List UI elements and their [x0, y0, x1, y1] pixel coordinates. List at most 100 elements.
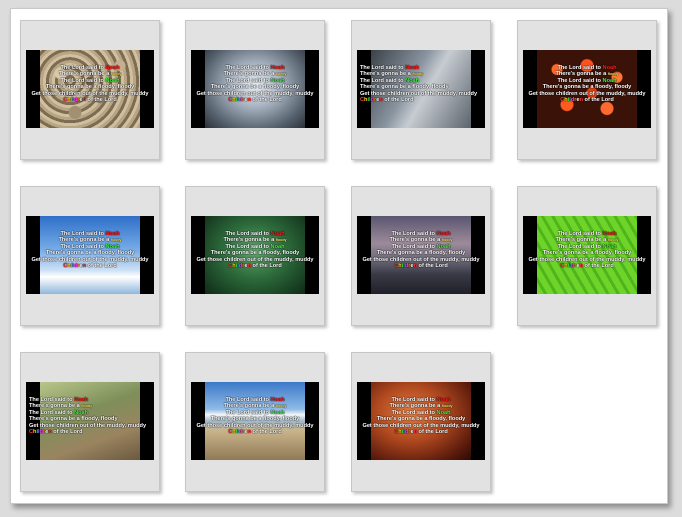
lyric-text: The Lord said to [225, 243, 271, 250]
lyric-children-colored: Children [560, 263, 583, 269]
lyric-text: The Lord said to [391, 243, 437, 250]
lyric-text: There's gonna be a [223, 403, 276, 410]
slide-preview: The Lord said to Noah There's gonna be a … [357, 382, 485, 460]
lyric-name-noah: Noah [105, 77, 120, 84]
lyric-name-noah: Noah [602, 77, 617, 84]
slide-thumbnail-card[interactable]: The Lord said to Noah There's gonna be a … [351, 20, 491, 160]
lyric-text: The Lord said to [360, 77, 406, 84]
lyric-line-6: Children of the Lord [191, 97, 319, 103]
lyric-text: of the Lord [582, 97, 614, 104]
slide-preview: The Lord said to Noah There's gonna be a … [26, 382, 154, 460]
slide-preview: The Lord said to Noah There's gonna be a … [357, 50, 485, 128]
lyric-line-6: Children of the Lord [191, 429, 319, 435]
lyric-name-noah: Noah [74, 409, 89, 416]
lyric-text: of the Lord [382, 97, 414, 104]
lyric-text: The Lord said to [557, 77, 603, 84]
slide-preview: The Lord said to Noah There's gonna be a … [26, 50, 154, 128]
lyric-small-text: floody [441, 238, 453, 243]
slide-thumbnail-card[interactable]: The Lord said to Noah There's gonna be a … [20, 20, 160, 160]
lyric-text: There's gonna be a [389, 403, 442, 410]
lyric-line-6: Children of the Lord [360, 97, 485, 103]
slide-thumbnail-card[interactable]: The Lord said to Noah There's gonna be a … [185, 186, 325, 326]
lyric-text: of the Lord [416, 429, 448, 436]
lyric-name-noah: Noah [270, 243, 285, 250]
lyric-text: The Lord said to [391, 409, 437, 416]
slide-thumbnail-card[interactable]: The Lord said to Noah There's gonna be a … [185, 20, 325, 160]
slide-lyrics: The Lord said to Noah There's gonna be a … [357, 231, 485, 269]
lyric-text: of the Lord [582, 263, 614, 270]
lyric-small-text: floody [412, 72, 424, 77]
lyric-text: There's gonna be a [555, 237, 608, 244]
slide-thumbnail-card[interactable]: The Lord said to Noah There's gonna be a … [185, 352, 325, 492]
slide-thumbnail-card[interactable]: The Lord said to Noah There's gonna be a … [517, 20, 657, 160]
lyric-small-text: floody [441, 404, 453, 409]
lyric-text: There's gonna be a [389, 237, 442, 244]
lyric-text: The Lord said to [225, 409, 271, 416]
lyric-text: of the Lord [250, 429, 282, 436]
lyric-small-text: floody [275, 404, 287, 409]
lyric-line-6: Children of the Lord [191, 263, 319, 269]
lyric-text: The Lord said to [60, 243, 106, 250]
slide-lyrics: The Lord said to Noah There's gonna be a … [191, 65, 319, 103]
slide-thumbnail-card[interactable]: The Lord said to Noah There's gonna be a … [517, 186, 657, 326]
lyric-small-text: floody [607, 238, 619, 243]
lyric-name-noah: Noah [602, 243, 617, 250]
lyric-text: of the Lord [85, 263, 117, 270]
lyric-text: of the Lord [51, 429, 83, 436]
lyric-text: There's gonna be a [58, 237, 111, 244]
lyric-text: There's gonna be a [58, 71, 111, 78]
slide-lyrics: The Lord said to Noah There's gonna be a … [357, 397, 485, 435]
lyric-children-colored: Children [63, 263, 86, 269]
lyric-small-text: floody [110, 238, 122, 243]
lyric-name-noah: Noah [405, 77, 420, 84]
slide-thumbnail-card[interactable]: The Lord said to Noah There's gonna be a … [351, 186, 491, 326]
lyric-text: of the Lord [250, 97, 282, 104]
lyric-line-6: Children of the Lord [26, 263, 154, 269]
lyric-text: of the Lord [85, 97, 117, 104]
lyric-children-colored: Children [394, 429, 417, 435]
lyric-text: There's gonna be a [360, 71, 413, 78]
lyric-text: There's gonna be a [223, 71, 276, 78]
lyric-line-6: Children of the Lord [26, 97, 154, 103]
lyric-name-noah: Noah [436, 243, 451, 250]
slide-thumbnail-card[interactable]: The Lord said to Noah There's gonna be a … [351, 352, 491, 492]
lyric-small-text: floody [275, 72, 287, 77]
slide-preview: The Lord said to Noah There's gonna be a … [191, 382, 319, 460]
lyric-small-text: floody [275, 238, 287, 243]
lyric-text: The Lord said to [60, 77, 106, 84]
lyric-text: The Lord said to [225, 77, 271, 84]
slide-lyrics: The Lord said to Noah There's gonna be a … [191, 231, 319, 269]
lyric-children-colored: Children [29, 429, 52, 435]
slide-preview: The Lord said to Noah There's gonna be a … [357, 216, 485, 294]
slide-preview: The Lord said to Noah There's gonna be a … [523, 216, 651, 294]
lyric-name-noah: Noah [270, 409, 285, 416]
lyric-line-6: Children of the Lord [29, 429, 154, 435]
lyric-children-colored: Children [228, 263, 251, 269]
slide-preview: The Lord said to Noah There's gonna be a … [26, 216, 154, 294]
lyric-children-colored: Children [228, 429, 251, 435]
lyric-name-noah: Noah [436, 409, 451, 416]
lyric-text: The Lord said to [29, 409, 75, 416]
slide-preview: The Lord said to Noah There's gonna be a … [523, 50, 651, 128]
lyric-children-colored: Children [560, 97, 583, 103]
lyric-name-noah: Noah [105, 243, 120, 250]
slide-lyrics: The Lord said to Noah There's gonna be a … [191, 397, 319, 435]
slide-lyrics: The Lord said to Noah There's gonna be a … [26, 231, 154, 269]
lyric-name-noah: Noah [270, 77, 285, 84]
lyric-text: There's gonna be a [555, 71, 608, 78]
lyric-small-text: floody [81, 404, 93, 409]
slide-lyrics: The Lord said to Noah There's gonna be a … [523, 231, 651, 269]
slide-thumbnail-card[interactable]: The Lord said to Noah There's gonna be a … [20, 186, 160, 326]
lyric-text: The Lord said to [557, 243, 603, 250]
slide-lyrics: The Lord said to Noah There's gonna be a … [29, 397, 154, 435]
lyric-children-colored: Children [228, 97, 251, 103]
lyric-children-colored: Children [63, 97, 86, 103]
slide-lyrics: The Lord said to Noah There's gonna be a … [523, 65, 651, 103]
lyric-text: There's gonna be a [29, 403, 82, 410]
lyric-small-text: floody [607, 72, 619, 77]
lyric-line-6: Children of the Lord [523, 97, 651, 103]
slide-thumbnail-card[interactable]: The Lord said to Noah There's gonna be a … [20, 352, 160, 492]
lyric-text: There's gonna be a [223, 237, 276, 244]
lyric-text: of the Lord [416, 263, 448, 270]
lyric-children-colored: Children [360, 97, 383, 103]
